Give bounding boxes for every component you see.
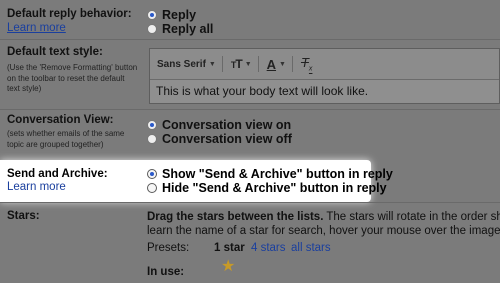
chevron-down-icon: ▼ [244, 60, 252, 68]
stars-instructions: Drag the stars between the lists. The st… [147, 211, 500, 223]
remove-formatting-icon: Tx [300, 55, 313, 73]
body-text-preview: This is what your body text will look li… [150, 79, 499, 103]
reply-behavior-label: Default reply behavior: [7, 8, 132, 20]
chevron-down-icon: ▼ [279, 60, 286, 68]
stars-label: Stars: [7, 210, 40, 222]
toolbar-divider [221, 56, 223, 72]
font-size-dropdown[interactable]: TT ▼ [231, 57, 252, 71]
conversation-view-off-label: Conversation view off [162, 132, 292, 146]
radio-icon[interactable] [147, 24, 157, 34]
conversation-view-help: (sets whether emails of the same topic a… [7, 129, 125, 149]
font-family-dropdown[interactable]: Sans Serif ▼ [157, 59, 216, 70]
divider [0, 109, 500, 110]
preset-1-star[interactable]: 1 star [214, 242, 245, 254]
stars-instructions-line2: learn the name of a star for search, hov… [147, 225, 500, 237]
text-style-label: Default text style: [7, 46, 103, 58]
divider [0, 39, 500, 40]
send-archive-highlight: Send and Archive: Learn more Show "Send … [0, 160, 393, 202]
reply-option[interactable]: Reply [147, 8, 196, 22]
radio-icon[interactable] [147, 183, 157, 193]
toolbar-divider [291, 56, 293, 72]
reply-all-option[interactable]: Reply all [147, 22, 213, 36]
remove-formatting-button[interactable]: Tx [301, 55, 312, 73]
text-color-dropdown[interactable]: A ▼ [267, 57, 286, 72]
toolbar-divider [257, 56, 259, 72]
formatting-toolbar: Sans Serif ▼ TT ▼ A ▼ Tx [150, 49, 499, 79]
text-size-icon: TT [230, 57, 243, 71]
conversation-view-label: Conversation View: [7, 114, 114, 126]
radio-selected-icon[interactable] [147, 169, 157, 179]
conversation-view-on-option[interactable]: Conversation view on [147, 118, 291, 132]
conversation-view-on-label: Conversation view on [162, 118, 292, 132]
radio-selected-icon[interactable] [147, 120, 157, 130]
reply-option-label: Reply [162, 8, 197, 22]
radio-selected-icon[interactable] [147, 10, 157, 20]
hide-send-archive-option[interactable]: Hide "Send & Archive" button in reply [147, 181, 387, 195]
preset-all-stars-link[interactable]: all stars [291, 242, 331, 254]
send-archive-learn-more-link[interactable]: Learn more [7, 181, 66, 193]
reply-learn-more-link[interactable]: Learn more [7, 22, 66, 34]
show-send-archive-label: Show "Send & Archive" button in reply [162, 167, 393, 181]
divider [0, 202, 500, 203]
preset-4-stars-link[interactable]: 4 stars [251, 242, 286, 254]
text-style-editor: Sans Serif ▼ TT ▼ A ▼ Tx This is what yo… [149, 48, 500, 104]
star-icon[interactable]: ★ [221, 256, 235, 276]
presets-label: Presets: [147, 242, 190, 254]
show-send-archive-option[interactable]: Show "Send & Archive" button in reply [147, 167, 393, 181]
reply-all-option-label: Reply all [162, 22, 214, 36]
text-style-help: (Use the 'Remove Formatting' button on t… [7, 63, 138, 93]
send-archive-label: Send and Archive: [7, 168, 108, 180]
conversation-view-off-option[interactable]: Conversation view off [147, 132, 292, 146]
text-color-icon: A [266, 56, 277, 72]
radio-icon[interactable] [147, 134, 157, 144]
hide-send-archive-label: Hide "Send & Archive" button in reply [162, 181, 387, 195]
chevron-down-icon: ▼ [208, 60, 216, 68]
in-use-label: In use: [147, 266, 185, 278]
